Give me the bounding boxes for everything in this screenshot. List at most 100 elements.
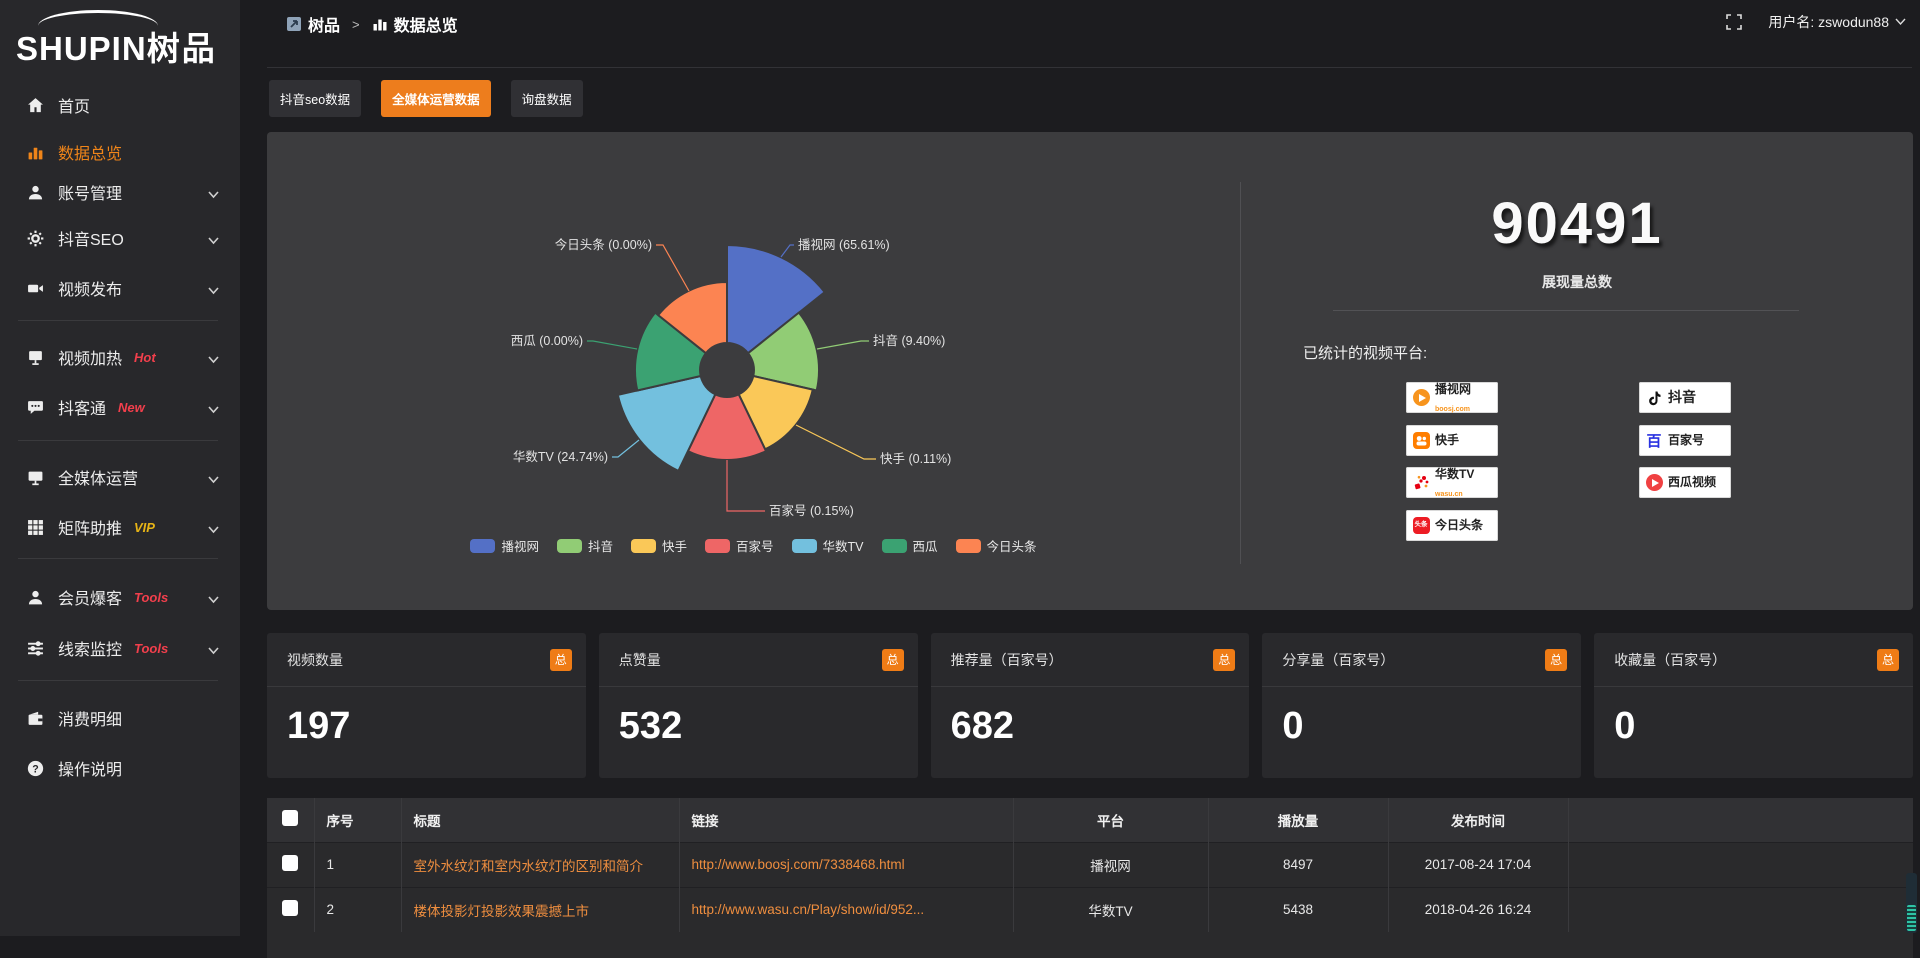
- total-impressions-label: 展现量总数: [1241, 272, 1913, 292]
- sidebar-item-video-publish[interactable]: 视频发布: [0, 270, 240, 306]
- cell-index: 1: [314, 842, 401, 887]
- sidebar-item-member-leads[interactable]: 会员爆客 Tools: [0, 579, 240, 615]
- row-checkbox[interactable]: [282, 855, 298, 871]
- pie-label-line: [817, 341, 869, 349]
- sidebar-item-label: 抖客通: [58, 395, 106, 419]
- platform-badge-baijiahao: 百 百家号: [1639, 425, 1731, 456]
- col-platform: 平台: [1013, 798, 1208, 842]
- scrollbar[interactable]: [1906, 873, 1917, 933]
- svg-text:?: ?: [32, 763, 38, 775]
- total-impressions-value: 90491: [1241, 190, 1913, 257]
- sidebar-item-douketong[interactable]: 抖客通 New: [0, 389, 240, 425]
- chart-legend: 播视网抖音快手百家号华数TV 西瓜今日头条: [267, 536, 1240, 555]
- chevron-down-icon[interactable]: [1895, 18, 1906, 26]
- video-title-link[interactable]: 楼体投影灯投影效果震撼上市: [414, 900, 667, 920]
- scrollbar-thumb[interactable]: [1907, 905, 1916, 931]
- sidebar-item-help[interactable]: ? 操作说明: [0, 750, 240, 786]
- wasu-icon: [1412, 474, 1430, 492]
- row-checkbox[interactable]: [282, 900, 298, 916]
- col-plays: 播放量: [1208, 798, 1388, 842]
- col-link: 链接: [679, 798, 1013, 842]
- sidebar-item-home[interactable]: 首页: [0, 87, 240, 123]
- sidebar-item-video-heat[interactable]: 视频加热 Hot: [0, 339, 240, 375]
- stat-value: 532: [619, 705, 682, 748]
- username-prefix: 用户名:: [1768, 12, 1814, 32]
- sidebar-item-label: 全媒体运营: [58, 465, 138, 489]
- cell-plays: 5438: [1208, 887, 1388, 932]
- user-icon: [26, 183, 44, 201]
- chevron-down-icon: [208, 591, 220, 603]
- brand-logo: SHUPIN树品: [16, 10, 226, 64]
- tab-douyin-seo-data[interactable]: 抖音seo数据: [269, 80, 361, 117]
- baijiahao-icon: 百: [1645, 432, 1663, 450]
- total-toggle-badge[interactable]: 总: [1545, 649, 1567, 671]
- total-toggle-badge[interactable]: 总: [1877, 649, 1899, 671]
- legend-swatch: [557, 539, 582, 553]
- hot-badge: Hot: [134, 350, 156, 365]
- bar-chart-icon: [26, 143, 44, 161]
- videos-table: 序号 标题 链接 平台 播放量 发布时间 1 室外水纹灯和室内水纹灯的区别和简介…: [267, 798, 1913, 958]
- username-value[interactable]: zswodun88: [1818, 14, 1889, 30]
- vip-badge: VIP: [134, 520, 155, 535]
- fullscreen-icon[interactable]: [1726, 14, 1742, 30]
- sidebar-item-label: 视频发布: [58, 276, 122, 300]
- grid-icon: [26, 518, 44, 536]
- cell-plays: 8497: [1208, 842, 1388, 887]
- sidebar-item-douyin-seo[interactable]: 抖音SEO: [0, 220, 240, 256]
- tab-omni-media-data[interactable]: 全媒体运营数据: [381, 80, 491, 117]
- select-all-checkbox[interactable]: [282, 810, 298, 826]
- video-camera-icon: [26, 279, 44, 297]
- legend-item-西瓜[interactable]: 西瓜: [882, 536, 938, 555]
- breadcrumb: 树品 > 数据总览: [286, 12, 458, 36]
- sidebar-item-label: 抖音SEO: [58, 226, 124, 250]
- video-url-link[interactable]: http://www.boosj.com/7338468.html: [692, 857, 1001, 872]
- legend-item-今日头条[interactable]: 今日头条: [956, 536, 1037, 555]
- total-toggle-badge[interactable]: 总: [550, 649, 572, 671]
- sidebar-item-matrix-boost[interactable]: 矩阵助推 VIP: [0, 509, 240, 545]
- total-toggle-badge[interactable]: 总: [1213, 649, 1235, 671]
- pie-label: 今日头条 (0.00%): [555, 237, 652, 252]
- legend-item-华数TV[interactable]: 华数TV: [792, 536, 864, 555]
- legend-swatch: [631, 539, 656, 553]
- breadcrumb-root[interactable]: 树品: [308, 12, 340, 36]
- screen-icon: [26, 348, 44, 366]
- legend-label: 播视网: [501, 536, 539, 555]
- table-header-row: 序号 标题 链接 平台 播放量 发布时间: [267, 798, 1913, 842]
- stat-value: 0: [1614, 705, 1635, 748]
- platform-badge-wasu: 华数TVwasu.cn: [1406, 467, 1498, 498]
- legend-swatch: [792, 539, 817, 553]
- pie-label-line: [656, 245, 689, 291]
- video-url-link[interactable]: http://www.wasu.cn/Play/show/id/952...: [692, 902, 1001, 917]
- pie-label-line: [796, 425, 876, 459]
- toutiao-icon: 头条: [1412, 517, 1430, 535]
- stat-value: 682: [951, 705, 1014, 748]
- sidebar-item-spend-detail[interactable]: 消费明细: [0, 700, 240, 736]
- new-badge: New: [118, 400, 145, 415]
- sidebar-item-omni-media[interactable]: 全媒体运营: [0, 459, 240, 495]
- legend-item-百家号[interactable]: 百家号: [705, 536, 774, 555]
- pie-label-line: [612, 440, 639, 457]
- main-content: 抖音seo数据 全媒体运营数据 询盘数据 播视网 (65.61%)抖音 (9.4…: [267, 68, 1913, 936]
- sidebar-item-data-overview[interactable]: 数据总览: [0, 134, 240, 170]
- tab-inquiry-data[interactable]: 询盘数据: [511, 80, 583, 117]
- pie-label-line: [587, 341, 637, 349]
- breadcrumb-separator: >: [352, 17, 360, 32]
- sidebar-item-account-mgmt[interactable]: 账号管理: [0, 174, 240, 210]
- total-toggle-badge[interactable]: 总: [882, 649, 904, 671]
- sidebar-divider: [18, 680, 218, 681]
- breadcrumb-current[interactable]: 数据总览: [394, 12, 458, 36]
- table-row: 1 室外水纹灯和室内水纹灯的区别和简介 http://www.boosj.com…: [267, 842, 1913, 887]
- cell-published: 2017-08-24 17:04: [1388, 842, 1568, 887]
- legend-item-播视网[interactable]: 播视网: [470, 536, 539, 555]
- chevron-down-icon: [208, 642, 220, 654]
- legend-item-快手[interactable]: 快手: [631, 536, 687, 555]
- video-title-link[interactable]: 室外水纹灯和室内水纹灯的区别和简介: [414, 855, 667, 875]
- chat-bubble-icon: [26, 398, 44, 416]
- sidebar-item-lead-monitor[interactable]: 线索监控 Tools: [0, 630, 240, 666]
- legend-item-抖音[interactable]: 抖音: [557, 536, 613, 555]
- chevron-down-icon: [208, 232, 220, 244]
- chevron-down-icon: [208, 471, 220, 483]
- tools-badge: Tools: [134, 641, 168, 656]
- pie-label: 播视网 (65.61%): [798, 237, 890, 252]
- sidebar-divider: [18, 558, 218, 559]
